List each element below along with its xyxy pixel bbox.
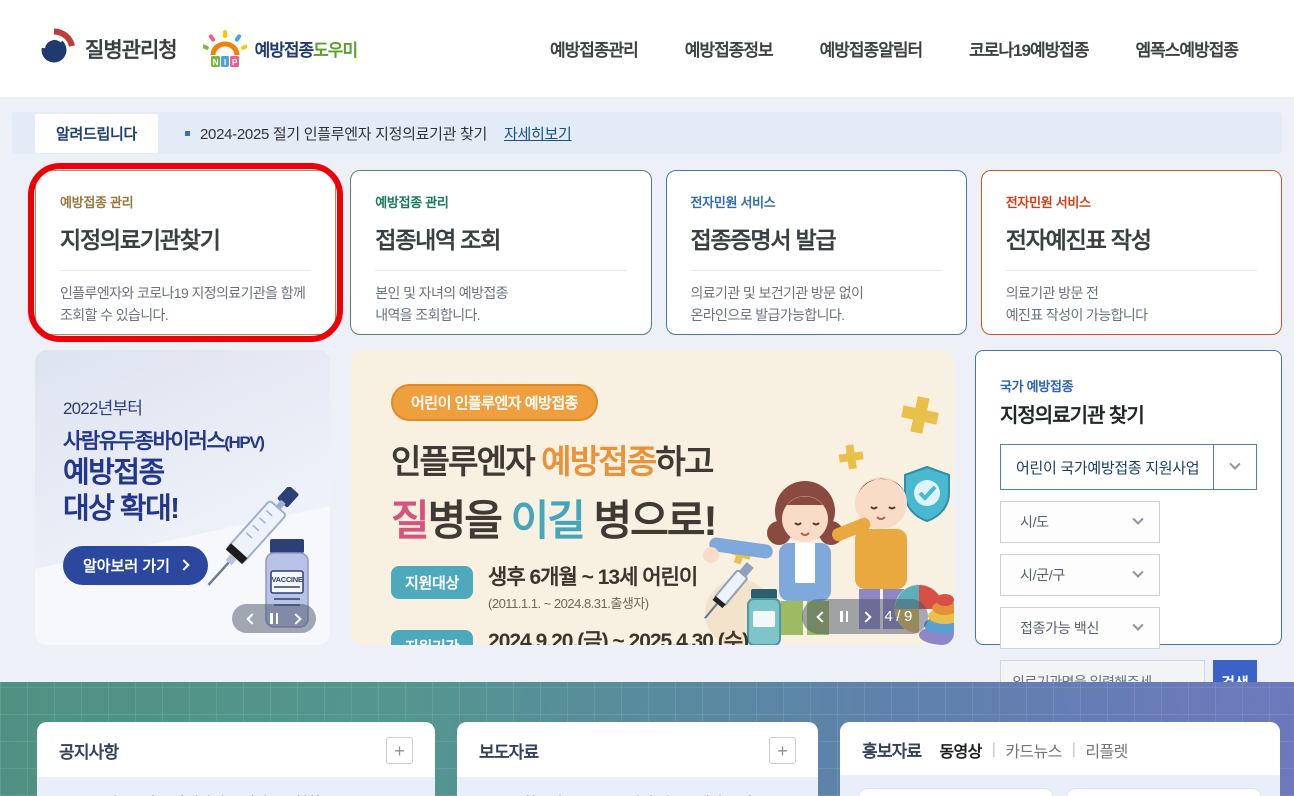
card-vaccination-history[interactable]: 예방접종 관리 접종내역 조회 본인 및 자녀의 예방접종 내역을 조회합니다. (350, 170, 652, 335)
nav-vaccination-info[interactable]: 예방접종정보 (685, 36, 774, 61)
hpv-line2: 사람유두종바이러스(HPV) (63, 430, 265, 453)
nav-vaccination-alerts[interactable]: 예방접종알림터 (820, 36, 923, 61)
notice-board-more-button[interactable]: + (386, 737, 413, 764)
card-description: 본인 및 자녀의 예방접종 내역을 조회합니다. (375, 285, 508, 323)
nip-sun-icon: N I P (202, 29, 247, 67)
carousel-next-icon[interactable] (290, 612, 302, 625)
divider (60, 270, 312, 271)
period-value: 2024.9.20.(금) ~ 2025.4.30.(수) (488, 630, 749, 645)
sido-select[interactable]: 시/도 (1000, 501, 1160, 543)
press-board-title: 보도자료 (479, 743, 539, 762)
flu-banner[interactable]: 어린이 인플루엔자 예방접종 인플루엔자 예방접종하고 질병을 이길 병으로! … (351, 350, 954, 645)
carousel-prev-icon[interactable] (246, 612, 258, 625)
card-certificate-issue[interactable]: 전자민원 서비스 접종증명서 발급 의료기관 및 보건기관 방문 없이 온라인으… (665, 170, 967, 335)
notice-label: 알려드립니다 (35, 113, 159, 153)
flu-target-row: 지원대상 생후 6개월 ~ 13세 어린이 (2011.1.1. ~ 2024.… (391, 566, 954, 612)
kdca-logo-icon (41, 28, 75, 63)
card-description: 의료기관 및 보건기관 방문 없이 온라인으로 발급가능합니다. (690, 285, 864, 323)
card-title: 접종내역 조회 (375, 227, 501, 253)
target-label-pill: 지원대상 (391, 566, 474, 599)
flu-badge: 어린이 인플루엔자 예방접종 (391, 384, 598, 421)
notice-board-item[interactable]: 2024년 2분기 국가예방접종 전산등록현황 (59, 792, 413, 796)
card-title: 지정의료기관찾기 (60, 227, 221, 253)
carousel-next-icon[interactable] (860, 610, 872, 623)
promo-tabs: 동영상 | 카드뉴스 | 리플렛 (939, 738, 1128, 762)
promo-board-title: 홍보자료 (862, 742, 922, 761)
card-title: 전자예진표 작성 (1005, 227, 1152, 253)
hpv-carousel-controls (232, 604, 316, 633)
tab-video[interactable]: 동영상 (939, 738, 982, 762)
sigungu-select[interactable]: 시/군/구 (1000, 554, 1160, 596)
hpv-line3: 예방접종 (63, 457, 165, 489)
period-label-pill: 지원기간 (391, 630, 474, 645)
nav-mpox-vaccination[interactable]: 엠폭스예방접종 (1136, 36, 1239, 61)
target-sub: (2011.1.1. ~ 2024.8.31.출생자) (488, 596, 649, 612)
quick-card-row: 예방접종 관리 지정의료기관찾기 인플루엔자와 코로나19 지정의료기관을 함께… (28, 163, 1282, 342)
chevron-down-icon (1117, 619, 1159, 632)
promo-board-card: 홍보자료 동영상 | 카드뉴스 | 리플렛 예방접종알림서비스를 [시각장애인용… (840, 722, 1280, 796)
tab-leaflet[interactable]: 리플렛 (1085, 738, 1128, 762)
divider (1005, 270, 1257, 271)
brand-area: 질병관리청 N I P 예방접종도우미 (34, 28, 358, 70)
press-board-more-button[interactable]: + (769, 737, 796, 764)
chevron-down-icon (1117, 513, 1159, 526)
hpv-line1: 2022년부터 (63, 399, 143, 418)
kdca-logo[interactable]: 질병관리청 (34, 28, 178, 69)
svg-text:VACCINE: VACCINE (271, 575, 302, 584)
card-title: 접종증명서 발급 (690, 227, 837, 253)
hpv-banner[interactable]: 2022년부터 사람유두종바이러스(HPV) 예방접종 대상 확대! 알아보러 … (35, 350, 330, 645)
promo-item-alert-service[interactable]: 예방접종알림서비스를 (858, 788, 1054, 796)
divider (690, 270, 942, 271)
flu-headline-1: 인플루엔자 예방접종하고 (391, 443, 714, 480)
card-category: 예방접종 관리 (60, 195, 134, 210)
card-e-screening-form[interactable]: 전자민원 서비스 전자예진표 작성 의료기관 방문 전 예진표 작성이 가능합니… (980, 170, 1282, 335)
card-category: 전자민원 서비스 (690, 195, 776, 210)
nip-logo[interactable]: N I P 예방접종도우미 (202, 28, 358, 70)
promo-item-visually-impaired[interactable]: [시각장애인용] 어르신 (1066, 788, 1262, 796)
card-category: 예방접종 관리 (375, 195, 449, 210)
card-find-medical-institution[interactable]: 예방접종 관리 지정의료기관찾기 인플루엔자와 코로나19 지정의료기관을 함께… (28, 163, 344, 342)
program-select[interactable]: 어린이 국가예방접종 지원사업 (1000, 444, 1257, 490)
carousel-pause-icon[interactable] (270, 613, 278, 624)
institution-search-panel: 국가 예방접종 지정의료기관 찾기 어린이 국가예방접종 지원사업 시/도 시/… (975, 350, 1282, 704)
nip-name: 예방접종도우미 (254, 41, 358, 60)
board-section: 공지사항 + 2024년 2분기 국가예방접종 전산등록현황 보도자료 + (0, 682, 1294, 796)
card-description: 인플루엔자와 코로나19 지정의료기관을 함께 조회할 수 있습니다. (60, 285, 306, 323)
kdca-name: 질병관리청 (85, 38, 178, 62)
banner-row: 2022년부터 사람유두종바이러스(HPV) 예방접종 대상 확대! 알아보러 … (35, 350, 1282, 704)
card-description: 의료기관 방문 전 예진표 작성이 가능합니다 (1005, 285, 1148, 323)
divider: | (1071, 740, 1076, 758)
svg-text:N: N (212, 58, 218, 67)
nav-vaccination-management[interactable]: 예방접종관리 (550, 36, 639, 61)
divider (375, 270, 627, 271)
tab-cardnews[interactable]: 카드뉴스 (1005, 738, 1062, 762)
flu-period-row: 지원기간 2024.9.20.(금) ~ 2025.4.30.(수) (391, 630, 954, 645)
site-header: 질병관리청 N I P 예방접종도우미 예방접종관리 예방접종정보 예방접종알림… (0, 0, 1294, 97)
vaccination-portal-page: 질병관리청 N I P 예방접종도우미 예방접종관리 예방접종정보 예방접종알림… (0, 0, 1294, 796)
svg-text:I: I (224, 58, 226, 67)
press-board-card: 보도자료 + [보도참고자료] '24~'25절기 인플루엔자 국가... (457, 722, 818, 796)
main-nav: 예방접종관리 예방접종정보 예방접종알림터 코로나19예방접종 엠폭스예방접종 (550, 36, 1239, 61)
search-panel-category: 국가 예방접종 (1000, 379, 1074, 394)
chevron-down-icon (1117, 566, 1159, 579)
search-panel-title: 지정의료기관 찾기 (1000, 405, 1145, 427)
divider: | (991, 740, 996, 758)
target-value: 생후 6개월 ~ 13세 어린이 (488, 566, 698, 589)
vaccine-select[interactable]: 접종가능 백신 (1000, 607, 1160, 649)
flu-headline-2: 질병을 이길 병으로! (391, 497, 717, 544)
card-category: 전자민원 서비스 (1005, 195, 1091, 210)
notice-board-title: 공지사항 (59, 743, 119, 762)
carousel-pause-icon[interactable] (840, 611, 849, 622)
nav-covid19-vaccination[interactable]: 코로나19예방접종 (969, 36, 1089, 61)
notice-board-card: 공지사항 + 2024년 2분기 국가예방접종 전산등록현황 (37, 722, 435, 796)
press-board-item[interactable]: [보도참고자료] '24~'25절기 인플루엔자 국가... (479, 792, 796, 796)
bullet-icon (185, 130, 191, 136)
chevron-down-icon (1214, 458, 1256, 471)
carousel-prev-icon[interactable] (816, 610, 828, 623)
notice-detail-link[interactable]: 자세히보기 (504, 123, 572, 144)
notice-bar: 알려드립니다 2024-2025 절기 인플루엔자 지정의료기관 찾기 자세히보… (12, 112, 1282, 154)
notice-text: 2024-2025 절기 인플루엔자 지정의료기관 찾기 (200, 125, 488, 143)
